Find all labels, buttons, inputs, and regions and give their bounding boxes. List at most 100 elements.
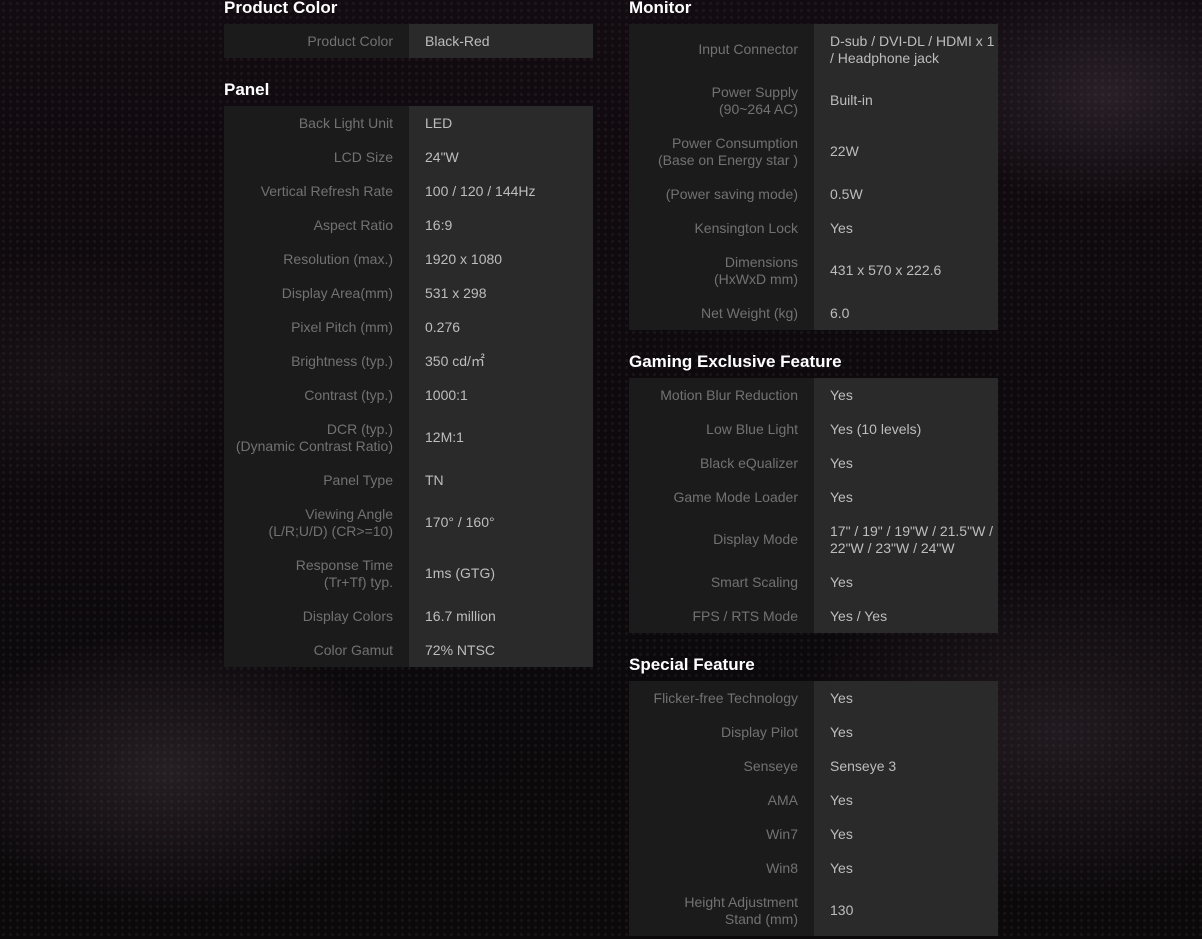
- gaming-feature-table: Motion Blur Reduction Yes Low Blue Light…: [629, 378, 998, 633]
- spec-row: Contrast (typ.) 1000:1: [224, 378, 593, 412]
- spec-label: Smart Scaling: [629, 565, 814, 599]
- spec-value: Black-Red: [409, 24, 593, 58]
- spec-label: Net Weight (kg): [629, 296, 814, 330]
- spec-value: Yes: [814, 817, 998, 851]
- spec-row: Back Light Unit LED: [224, 106, 593, 140]
- spec-row: Power Consumption (Base on Energy star ) …: [629, 126, 998, 177]
- spec-label: Game Mode Loader: [629, 480, 814, 514]
- spec-row: Color Gamut 72% NTSC: [224, 633, 593, 667]
- spec-value-line: / Headphone jack: [830, 49, 939, 66]
- spec-row: Senseye Senseye 3: [629, 749, 998, 783]
- spec-label: Product Color: [224, 24, 409, 58]
- spec-label: Brightness (typ.): [224, 344, 409, 378]
- spec-label: Color Gamut: [224, 633, 409, 667]
- spec-label: Panel Type: [224, 463, 409, 497]
- spec-label: Win7: [629, 817, 814, 851]
- spec-row: Response Time (Tr+Tf) typ. 1ms (GTG): [224, 548, 593, 599]
- spec-label: Display Pilot: [629, 715, 814, 749]
- spec-label: Response Time (Tr+Tf) typ.: [224, 548, 409, 599]
- spec-value: Yes: [814, 783, 998, 817]
- section-title-gaming-feature: Gaming Exclusive Feature: [629, 352, 842, 371]
- spec-label: Win8: [629, 851, 814, 885]
- spec-row: Win7 Yes: [629, 817, 998, 851]
- spec-row: Power Supply (90~264 AC) Built-in: [629, 75, 998, 126]
- spec-label: Display Colors: [224, 599, 409, 633]
- spec-row: Display Pilot Yes: [629, 715, 998, 749]
- spec-value: D-sub / DVI-DL / HDMI x 1/ Headphone jac…: [814, 24, 998, 75]
- spec-label: Power Consumption (Base on Energy star ): [629, 126, 814, 177]
- left-spec-column: Product Color Product Color Black-Red Pa…: [224, 0, 594, 667]
- spec-label: Kensington Lock: [629, 211, 814, 245]
- spec-label-line: (HxWxD mm): [714, 270, 798, 287]
- spec-row: AMA Yes: [629, 783, 998, 817]
- spec-row: DCR (typ.) (Dynamic Contrast Ratio) 12M:1: [224, 412, 593, 463]
- spec-label-line: (Base on Energy star ): [657, 151, 798, 168]
- spec-value: Yes: [814, 446, 998, 480]
- spec-label: DCR (typ.) (Dynamic Contrast Ratio): [224, 412, 409, 463]
- spec-row: Pixel Pitch (mm) 0.276: [224, 310, 593, 344]
- spec-row: Display Colors 16.7 million: [224, 599, 593, 633]
- spec-value: Senseye 3: [814, 749, 998, 783]
- spec-label: Contrast (typ.): [224, 378, 409, 412]
- spec-value: Yes / Yes: [814, 599, 998, 633]
- spec-label-line: (Dynamic Contrast Ratio): [235, 437, 393, 454]
- spec-value: 170° / 160°: [409, 497, 593, 548]
- spec-label-line: (L/R;U/D) (CR>=10): [268, 522, 393, 539]
- spec-row: Display Mode 17" / 19" / 19"W / 21.5"W /…: [629, 514, 998, 565]
- spec-row: Brightness (typ.) 350 cd/㎡: [224, 344, 593, 378]
- spec-label: Back Light Unit: [224, 106, 409, 140]
- spec-value-line: 22"W / 23"W / 24"W: [830, 539, 955, 556]
- spec-value: 1000:1: [409, 378, 593, 412]
- spec-value: LED: [409, 106, 593, 140]
- spec-label: Vertical Refresh Rate: [224, 174, 409, 208]
- section-title-panel: Panel: [224, 80, 270, 99]
- spec-value: 16:9: [409, 208, 593, 242]
- spec-label: Dimensions (HxWxD mm): [629, 245, 814, 296]
- spec-label: Senseye: [629, 749, 814, 783]
- spec-value: Yes: [814, 681, 998, 715]
- spec-value: Yes: [814, 378, 998, 412]
- panel-table: Back Light Unit LED LCD Size 24"W Vertic…: [224, 106, 593, 667]
- spec-label: (Power saving mode): [629, 177, 814, 211]
- spec-value: 17" / 19" / 19"W / 21.5"W /22"W / 23"W /…: [814, 514, 998, 565]
- spec-row: Height Adjustment Stand (mm) 130: [629, 885, 998, 936]
- spec-row: Motion Blur Reduction Yes: [629, 378, 998, 412]
- spec-label: Height Adjustment Stand (mm): [629, 885, 814, 936]
- spec-label: Pixel Pitch (mm): [224, 310, 409, 344]
- spec-row: Win8 Yes: [629, 851, 998, 885]
- spec-row: Dimensions (HxWxD mm) 431 x 570 x 222.6: [629, 245, 998, 296]
- section-title-product-color: Product Color: [224, 0, 338, 17]
- spec-value: 350 cd/㎡: [409, 344, 593, 378]
- right-spec-column: Monitor Input Connector D-sub / DVI-DL /…: [629, 0, 999, 936]
- spec-value: 22W: [814, 126, 998, 177]
- section-title-special-feature: Special Feature: [629, 655, 755, 674]
- monitor-table: Input Connector D-sub / DVI-DL / HDMI x …: [629, 24, 998, 330]
- spec-label: Aspect Ratio: [224, 208, 409, 242]
- product-color-table: Product Color Black-Red: [224, 24, 593, 58]
- spec-value: Yes: [814, 851, 998, 885]
- spec-value: Yes (10 levels): [814, 412, 998, 446]
- spec-label-line: Dimensions: [724, 253, 798, 270]
- spec-value: 24"W: [409, 140, 593, 174]
- spec-row: LCD Size 24"W: [224, 140, 593, 174]
- spec-label: Input Connector: [629, 24, 814, 75]
- section-title-monitor: Monitor: [629, 0, 692, 17]
- spec-value: 0.276: [409, 310, 593, 344]
- spec-label-line: (Tr+Tf) typ.: [323, 573, 393, 590]
- spec-row: Flicker-free Technology Yes: [629, 681, 998, 715]
- spec-label: Motion Blur Reduction: [629, 378, 814, 412]
- spec-label-line: (90~264 AC): [719, 100, 798, 117]
- spec-value: 1ms (GTG): [409, 548, 593, 599]
- spec-label-line: Stand (mm): [724, 910, 798, 927]
- spec-label: Power Supply (90~264 AC): [629, 75, 814, 126]
- spec-row: Low Blue Light Yes (10 levels): [629, 412, 998, 446]
- spec-label: Black eQualizer: [629, 446, 814, 480]
- spec-value-line: D-sub / DVI-DL / HDMI x 1: [830, 32, 995, 49]
- spec-value: 1920 x 1080: [409, 242, 593, 276]
- spec-label: Flicker-free Technology: [629, 681, 814, 715]
- spec-value: Yes: [814, 480, 998, 514]
- spec-label: FPS / RTS Mode: [629, 599, 814, 633]
- spec-row: FPS / RTS Mode Yes / Yes: [629, 599, 998, 633]
- spec-value: 16.7 million: [409, 599, 593, 633]
- spec-label: LCD Size: [224, 140, 409, 174]
